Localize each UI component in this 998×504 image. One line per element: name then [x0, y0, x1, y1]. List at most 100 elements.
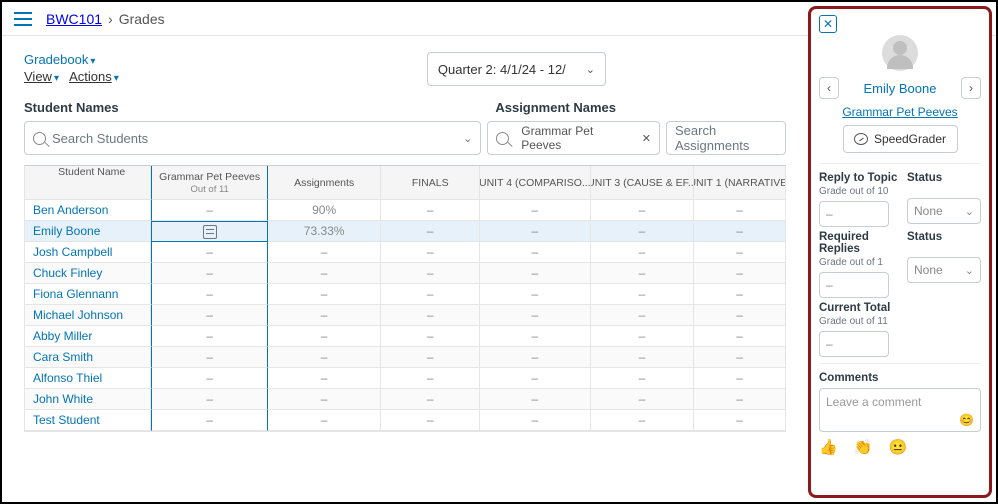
grade-cell[interactable]: –: [591, 221, 695, 242]
grade-cell[interactable]: –: [480, 326, 591, 347]
grade-cell[interactable]: –: [151, 284, 267, 305]
grade-cell[interactable]: –: [151, 389, 267, 410]
grade-cell[interactable]: –: [591, 347, 695, 368]
table-row[interactable]: Emily Boone73.33%––––: [25, 221, 785, 242]
grade-cell[interactable]: –: [591, 242, 695, 263]
grade-cell[interactable]: –: [591, 284, 695, 305]
table-row[interactable]: Test Student––––––: [25, 410, 785, 431]
actions-menu[interactable]: Actions: [69, 69, 112, 84]
col-finals[interactable]: FINALS: [381, 166, 480, 200]
grade-cell[interactable]: –: [381, 221, 480, 242]
grade-cell[interactable]: –: [480, 389, 591, 410]
student-name-cell[interactable]: Ben Anderson: [25, 200, 151, 221]
close-icon[interactable]: ✕: [642, 132, 651, 145]
student-link[interactable]: Alfonso Thiel: [33, 371, 102, 385]
student-name-cell[interactable]: Fiona Glennann: [25, 284, 151, 305]
grade-cell[interactable]: 90%: [268, 200, 381, 221]
grade-cell[interactable]: –: [381, 326, 480, 347]
grade-cell[interactable]: –: [381, 200, 480, 221]
grade-cell[interactable]: –: [591, 389, 695, 410]
grade-cell[interactable]: –: [268, 368, 381, 389]
grade-cell[interactable]: –: [268, 347, 381, 368]
table-row[interactable]: Chuck Finley––––––: [25, 263, 785, 284]
student-name-cell[interactable]: Emily Boone: [25, 221, 151, 242]
prev-student-button[interactable]: ‹: [819, 77, 839, 99]
grade-cell[interactable]: –: [381, 410, 480, 431]
student-link[interactable]: Chuck Finley: [33, 266, 102, 280]
col-student-name[interactable]: Student Name: [25, 166, 151, 200]
student-name-cell[interactable]: Josh Campbell: [25, 242, 151, 263]
search-assignments-input[interactable]: Search Assignments: [666, 121, 786, 155]
student-link[interactable]: Josh Campbell: [33, 245, 112, 259]
grade-cell[interactable]: –: [694, 284, 785, 305]
grade-cell[interactable]: –: [151, 347, 267, 368]
table-row[interactable]: Abby Miller––––––: [25, 326, 785, 347]
student-link[interactable]: Ben Anderson: [33, 203, 108, 217]
grade-cell[interactable]: –: [151, 200, 267, 221]
table-row[interactable]: Michael Johnson––––––: [25, 305, 785, 326]
grade-cell[interactable]: –: [480, 284, 591, 305]
grade-cell[interactable]: –: [151, 242, 267, 263]
grade-cell[interactable]: –: [694, 200, 785, 221]
grade-cell[interactable]: –: [268, 263, 381, 284]
grade-cell[interactable]: –: [151, 368, 267, 389]
status-select[interactable]: None⌄: [907, 257, 981, 283]
grade-cell[interactable]: –: [480, 305, 591, 326]
student-link[interactable]: Michael Johnson: [33, 308, 123, 322]
rubric-icon[interactable]: [203, 225, 217, 239]
table-row[interactable]: Ben Anderson–90%––––: [25, 200, 785, 221]
grade-cell[interactable]: –: [381, 263, 480, 284]
grade-cell[interactable]: –: [381, 389, 480, 410]
grade-cell[interactable]: –: [591, 326, 695, 347]
grade-cell[interactable]: –: [591, 410, 695, 431]
table-row[interactable]: John White––––––: [25, 389, 785, 410]
grade-cell[interactable]: –: [694, 242, 785, 263]
grade-cell[interactable]: –: [151, 410, 267, 431]
criterion-grade-input[interactable]: –: [819, 272, 889, 298]
grade-cell[interactable]: –: [480, 221, 591, 242]
student-link[interactable]: Fiona Glennann: [33, 287, 118, 301]
comment-input[interactable]: Leave a comment 😊: [819, 388, 981, 432]
grade-cell[interactable]: –: [591, 368, 695, 389]
grade-cell[interactable]: –: [694, 410, 785, 431]
grade-cell[interactable]: –: [694, 263, 785, 284]
grade-cell[interactable]: –: [151, 326, 267, 347]
grade-cell[interactable]: –: [480, 200, 591, 221]
table-row[interactable]: Cara Smith––––––: [25, 347, 785, 368]
grading-period-select[interactable]: Quarter 2: 4/1/24 - 12/ ⌄: [427, 52, 606, 86]
criterion-grade-input[interactable]: –: [819, 201, 889, 227]
student-link[interactable]: Emily Boone: [33, 224, 100, 238]
student-link[interactable]: John White: [33, 392, 93, 406]
grade-cell[interactable]: [151, 221, 267, 242]
status-select[interactable]: None⌄: [907, 198, 981, 224]
student-name-cell[interactable]: Test Student: [25, 410, 151, 431]
panel-assignment-link[interactable]: Grammar Pet Peeves: [819, 105, 981, 119]
col-grammar-pet-peeves[interactable]: Grammar Pet Peeves Out of 11: [151, 166, 267, 200]
current-total-input[interactable]: –: [819, 331, 889, 357]
search-students-input[interactable]: Search Students ⌄: [24, 121, 481, 155]
menu-icon[interactable]: [14, 12, 32, 26]
grade-cell[interactable]: –: [151, 305, 267, 326]
grade-cell[interactable]: –: [480, 368, 591, 389]
student-name-cell[interactable]: Alfonso Thiel: [25, 368, 151, 389]
emoji-neutral[interactable]: 😐: [889, 439, 914, 456]
next-student-button[interactable]: ›: [961, 77, 981, 99]
student-link[interactable]: Cara Smith: [33, 350, 93, 364]
grade-cell[interactable]: –: [694, 389, 785, 410]
breadcrumb-course[interactable]: BWC101: [46, 11, 102, 27]
grade-cell[interactable]: –: [268, 242, 381, 263]
grade-cell[interactable]: –: [480, 242, 591, 263]
grade-cell[interactable]: –: [480, 410, 591, 431]
grade-cell[interactable]: –: [268, 326, 381, 347]
grade-cell[interactable]: 73.33%: [268, 221, 381, 242]
grade-cell[interactable]: –: [694, 305, 785, 326]
grade-cell[interactable]: –: [381, 305, 480, 326]
table-row[interactable]: Josh Campbell––––––: [25, 242, 785, 263]
grade-cell[interactable]: –: [268, 410, 381, 431]
student-name-cell[interactable]: John White: [25, 389, 151, 410]
grade-cell[interactable]: –: [694, 326, 785, 347]
student-name-cell[interactable]: Chuck Finley: [25, 263, 151, 284]
col-unit3[interactable]: UNIT 3 (CAUSE & EF...: [591, 166, 695, 200]
table-row[interactable]: Alfonso Thiel––––––: [25, 368, 785, 389]
grade-cell[interactable]: –: [694, 221, 785, 242]
